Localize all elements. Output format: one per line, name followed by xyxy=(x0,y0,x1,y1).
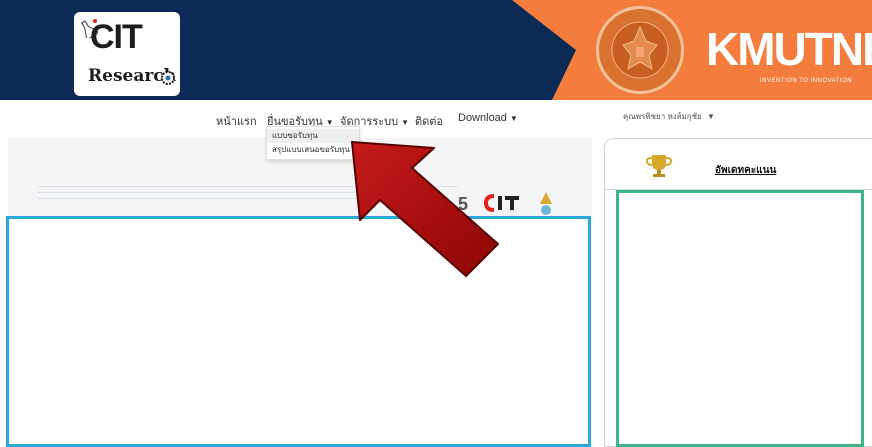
score-update-title[interactable]: อัพเดทคะแนน xyxy=(715,163,776,178)
user-name: คุณพรพิชยา หงส์มกุชัย xyxy=(623,112,702,121)
kmutnb-tagline: INVENTION TO INNOVATION xyxy=(760,78,853,84)
caret-down-icon: ▼ xyxy=(401,118,410,127)
nav-home-label: หน้าแรก xyxy=(216,116,257,128)
caret-down-icon: ▼ xyxy=(706,112,715,121)
seal-emblem-icon xyxy=(602,12,678,88)
cit-research-logo[interactable]: CIT Research xyxy=(74,12,180,96)
cit-logo-text: CIT xyxy=(90,18,143,56)
main-nav: หน้าแรก ยื่นขอรับทุน ▼ จัดการระบบ ▼ ติดต่อ… xyxy=(0,112,872,130)
caret-down-icon: ▼ xyxy=(509,114,518,123)
nav-contact[interactable]: ติดต่อ xyxy=(415,112,443,130)
main-content-panel xyxy=(6,216,591,447)
nav-home[interactable]: หน้าแรก xyxy=(216,112,257,130)
site-header: CIT Research KMUTNB INVENTION TO INNOVAT… xyxy=(0,0,872,100)
trophy-icon xyxy=(645,155,673,177)
nav-download-label: Download xyxy=(458,112,507,124)
score-content-panel xyxy=(616,190,864,447)
nav-download[interactable]: Download ▼ xyxy=(458,112,518,124)
nav-contact-label: ติดต่อ xyxy=(415,116,444,128)
annotation-arrow-icon xyxy=(351,141,499,277)
gear-icon xyxy=(161,71,175,85)
user-menu[interactable]: คุณพรพิชยา หงส์มกุชัย ▼ xyxy=(623,110,715,123)
university-seal xyxy=(596,6,684,94)
kmutnb-logo[interactable]: KMUTNB xyxy=(706,22,872,76)
